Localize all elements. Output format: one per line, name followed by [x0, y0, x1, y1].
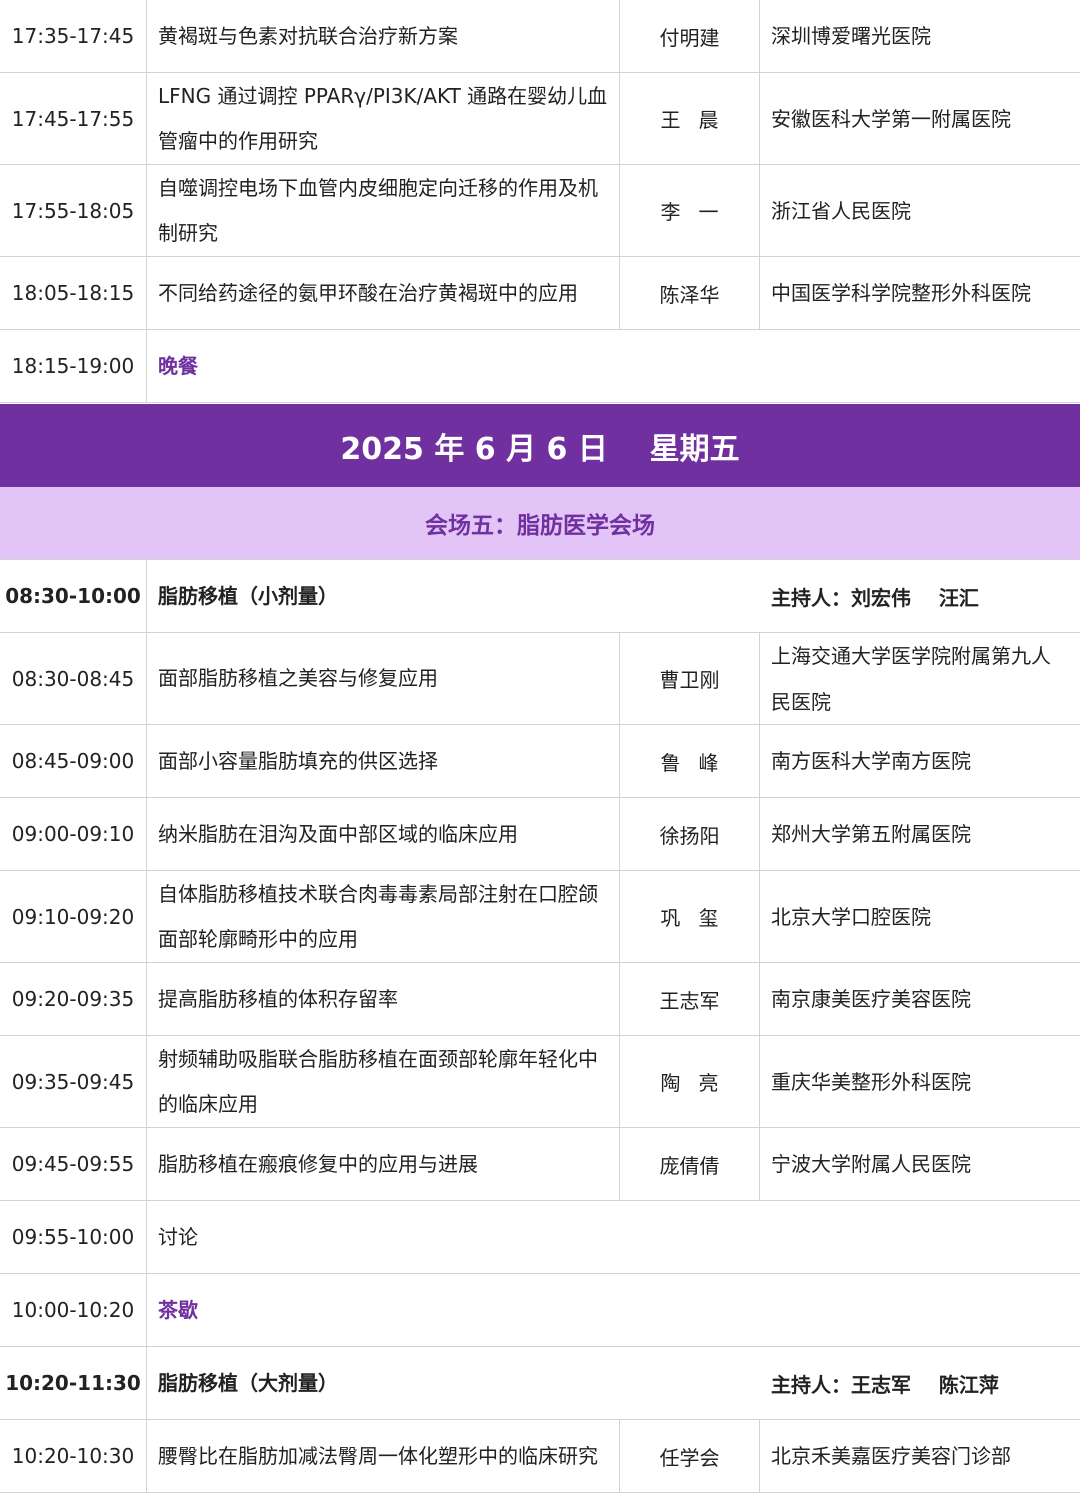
- session-host: 主持人：王志军 陈江萍: [771, 1372, 999, 1397]
- institution-cell: 浙江省人民医院: [771, 198, 911, 223]
- table-row: 09:55-10:00 讨论: [0, 1201, 1080, 1274]
- session-row: 10:20-11:30 脂肪移植（大剂量） 主持人：王志军 陈江萍: [0, 1347, 1080, 1420]
- time-cell: 10:20-11:30: [0, 1347, 147, 1419]
- topic-cell: 黄褐斑与色素对抗联合治疗新方案: [147, 0, 620, 72]
- speaker-cell: 陶亮: [620, 1036, 760, 1127]
- speaker-cell: 王晨: [620, 73, 760, 164]
- time-cell: 09:55-10:00: [0, 1201, 147, 1273]
- time-cell: 08:30-10:00: [0, 560, 147, 632]
- table-row: 09:00-09:10 纳米脂肪在泪沟及面中部区域的临床应用 徐扬阳 郑州大学第五附属…: [0, 798, 1080, 871]
- table-row: 17:45-17:55 LFNG 通过调控 PPARγ/PI3K/AKT 通路在婴…: [0, 73, 1080, 165]
- table-row: 09:45-09:55 脂肪移植在瘢痕修复中的应用与进展 庞倩倩 宁波大学附属人民医院: [0, 1128, 1080, 1201]
- topic-cell: LFNG 通过调控 PPARγ/PI3K/AKT 通路在婴幼儿血管瘤中的作用研究: [147, 73, 620, 164]
- institution-cell: 中国医学科学院整形外科医院: [771, 281, 1031, 305]
- speaker-cell: 曹卫刚: [620, 633, 760, 724]
- speaker-cell: 庞倩倩: [620, 1128, 760, 1200]
- speaker-cell: 鲁峰: [620, 725, 760, 797]
- speaker-cell: 李一: [620, 165, 760, 256]
- time-cell: 17:55-18:05: [0, 165, 147, 256]
- session-host: 主持人：刘宏伟 汪汇: [771, 585, 979, 610]
- institution-cell: 深圳博爱曙光医院: [771, 24, 931, 48]
- topic-cell: 自噬调控电场下血管内皮细胞定向迁移的作用及机制研究: [147, 165, 620, 256]
- topic-cell: 面部脂肪移植之美容与修复应用: [147, 633, 620, 724]
- speaker-cell: 付明建: [620, 0, 760, 72]
- break-row: 10:00-10:20 茶歇: [0, 1274, 1080, 1347]
- speaker-cell: 徐扬阳: [620, 798, 760, 870]
- time-cell: 10:00-10:20: [0, 1274, 147, 1346]
- time-cell: 10:20-10:30: [0, 1420, 147, 1492]
- time-cell: 17:35-17:45: [0, 0, 147, 72]
- session-title: 脂肪移植（大剂量）: [158, 1370, 338, 1395]
- speaker-cell: 巩玺: [620, 871, 760, 962]
- institution-cell: 安徽医科大学第一附属医院: [771, 106, 1011, 131]
- table-row: 18:05-18:15 不同给药途径的氨甲环酸在治疗黄褐斑中的应用 陈泽华 中国医学科…: [0, 257, 1080, 330]
- table-row: 09:35-09:45 射频辅助吸脂联合脂肪移植在面颈部轮廓年轻化中的临床应用 陶亮…: [0, 1036, 1080, 1128]
- table-row: 09:20-09:35 提高脂肪移植的体积存留率 王志军 南京康美医疗美容医院: [0, 963, 1080, 1036]
- table-row: 10:20-10:30 腰臀比在脂肪加减法臀周一体化塑形中的临床研究 任学会 北京禾美…: [0, 1420, 1080, 1493]
- institution-cell: 南方医科大学南方医院: [771, 749, 971, 773]
- topic-cell: 脂肪移植在瘢痕修复中的应用与进展: [147, 1128, 620, 1200]
- time-cell: 09:00-09:10: [0, 798, 147, 870]
- institution-cell: 郑州大学第五附属医院: [771, 822, 971, 846]
- speaker-cell: 陈泽华: [620, 257, 760, 329]
- institution-cell: 重庆华美整形外科医院: [771, 1069, 971, 1094]
- topic-cell: 腰臀比在脂肪加减法臀周一体化塑形中的临床研究: [147, 1420, 620, 1492]
- table-row: 08:30-08:45 面部脂肪移植之美容与修复应用 曹卫刚 上海交通大学医学院附属第…: [0, 633, 1080, 725]
- time-cell: 17:45-17:55: [0, 73, 147, 164]
- institution-cell: 南京康美医疗美容医院: [771, 987, 971, 1011]
- institution-cell: 北京禾美嘉医疗美容门诊部: [771, 1444, 1011, 1468]
- break-row: 18:15-19:00 晚餐: [0, 330, 1080, 403]
- table-row: 17:35-17:45 黄褐斑与色素对抗联合治疗新方案 付明建 深圳博爱曙光医院: [0, 0, 1080, 73]
- institution-cell: 北京大学口腔医院: [771, 904, 931, 929]
- topic-cell: 不同给药途径的氨甲环酸在治疗黄褐斑中的应用: [147, 257, 620, 329]
- break-label: 茶歇: [158, 1297, 198, 1322]
- break-cell: 茶歇: [147, 1274, 1080, 1346]
- topic-cell: 自体脂肪移植技术联合肉毒毒素局部注射在口腔颌面部轮廓畸形中的应用: [147, 871, 620, 962]
- session-title: 脂肪移植（小剂量）: [158, 583, 338, 608]
- time-cell: 18:05-18:15: [0, 257, 147, 329]
- institution-cell: 上海交通大学医学院附属第九人民医院: [771, 643, 1051, 714]
- time-cell: 18:15-19:00: [0, 330, 147, 402]
- venue-banner: 会场五：脂肪医学会场: [0, 487, 1080, 560]
- speaker-cell: 任学会: [620, 1420, 760, 1492]
- topic-cell: 面部小容量脂肪填充的供区选择: [147, 725, 620, 797]
- date-banner: 2025 年 6 月 6 日 星期五: [0, 404, 1080, 488]
- break-label: 晚餐: [158, 353, 198, 378]
- session-row: 08:30-10:00 脂肪移植（小剂量） 主持人：刘宏伟 汪汇: [0, 560, 1080, 633]
- time-cell: 09:20-09:35: [0, 963, 147, 1035]
- topic-cell: 射频辅助吸脂联合脂肪移植在面颈部轮廓年轻化中的临床应用: [147, 1036, 620, 1127]
- table-row: 08:45-09:00 面部小容量脂肪填充的供区选择 鲁峰 南方医科大学南方医院: [0, 725, 1080, 798]
- table-row: 09:10-09:20 自体脂肪移植技术联合肉毒毒素局部注射在口腔颌面部轮廓畸形中…: [0, 871, 1080, 963]
- break-cell: 晚餐: [147, 330, 1080, 402]
- topic-cell: 提高脂肪移植的体积存留率: [147, 963, 620, 1035]
- discussion-cell: 讨论: [158, 1224, 198, 1249]
- time-cell: 09:35-09:45: [0, 1036, 147, 1127]
- topic-cell: 纳米脂肪在泪沟及面中部区域的临床应用: [147, 798, 620, 870]
- time-cell: 08:45-09:00: [0, 725, 147, 797]
- institution-cell: 宁波大学附属人民医院: [771, 1152, 971, 1176]
- time-cell: 08:30-08:45: [0, 633, 147, 724]
- speaker-cell: 王志军: [620, 963, 760, 1035]
- time-cell: 09:45-09:55: [0, 1128, 147, 1200]
- time-cell: 09:10-09:20: [0, 871, 147, 962]
- table-row: 17:55-18:05 自噬调控电场下血管内皮细胞定向迁移的作用及机制研究 李一 浙江…: [0, 165, 1080, 257]
